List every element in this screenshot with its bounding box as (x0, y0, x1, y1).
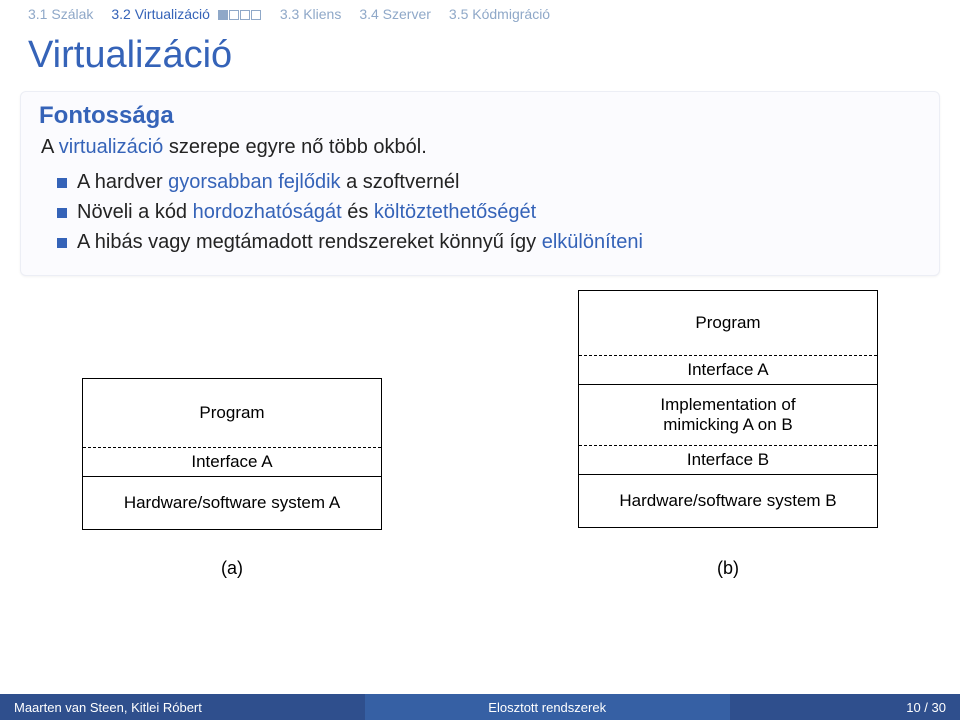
nav-item[interactable]: 3.4 Szerver (359, 6, 431, 22)
stack-cell: Hardware/software system B (579, 474, 877, 527)
caption-right: (b) (578, 558, 878, 579)
nav-item-active[interactable]: 3.2 Virtualizáció (111, 6, 261, 22)
text: A hibás vagy megtámadott rendszereket kö… (77, 231, 542, 253)
stack-left: Program Interface A Hardware/software sy… (82, 378, 382, 530)
stack-cell: Interface A (83, 447, 381, 476)
nav-item[interactable]: 3.3 Kliens (280, 6, 341, 22)
diagram: Program Interface A Hardware/software sy… (20, 290, 940, 606)
stack-right: Program Interface A Implementation of mi… (578, 290, 878, 528)
highlight-text: költöztethetőségét (374, 201, 536, 223)
stack-cell: Program (579, 291, 877, 355)
highlight-text: virtualizáció (59, 136, 163, 158)
progress-box-filled (218, 10, 228, 20)
caption-left: (a) (82, 558, 382, 579)
highlight-text: elkülöníteni (542, 231, 643, 253)
text: a szoftvernél (341, 171, 460, 193)
content-block: Fontossága A virtualizáció szerepe egyre… (20, 91, 940, 276)
stack-cell: Interface B (579, 445, 877, 474)
nav-item-label: 3.2 Virtualizáció (111, 6, 210, 22)
progress-box (229, 10, 239, 20)
footer-course: Elosztott rendszerek (365, 694, 730, 720)
stack-cell: Interface A (579, 355, 877, 384)
footer: Maarten van Steen, Kitlei Róbert Eloszto… (0, 694, 960, 720)
progress-box (251, 10, 261, 20)
bullet-item: A hardver gyorsabban fejlődik a szoftver… (57, 169, 921, 196)
bullet-item: Növeli a kód hordozhatóságát és költözte… (57, 199, 921, 226)
text: és (342, 201, 374, 223)
stack-cell: Implementation of mimicking A on B (579, 384, 877, 445)
stack-cell: Program (83, 379, 381, 447)
text: Növeli a kód (77, 201, 193, 223)
text: A hardver (77, 171, 168, 193)
highlight-text: hordozhatóságát (193, 201, 342, 223)
progress-box (240, 10, 250, 20)
text: szerepe egyre nő több okból. (163, 136, 427, 158)
text: A (41, 136, 59, 158)
bullet-item: A hibás vagy megtámadott rendszereket kö… (57, 229, 921, 256)
highlight-text: gyorsabban fejlődik (168, 171, 340, 193)
footer-page: 10 / 30 (730, 694, 960, 720)
footer-authors: Maarten van Steen, Kitlei Róbert (0, 694, 365, 720)
slide-title: Virtualizáció (0, 26, 960, 91)
nav-item[interactable]: 3.5 Kódmigráció (449, 6, 550, 22)
intro-line: A virtualizáció szerepe egyre nő több ok… (41, 136, 921, 159)
stack-cell: Hardware/software system A (83, 476, 381, 529)
block-heading: Fontossága (39, 102, 921, 130)
progress-indicator (218, 10, 262, 20)
bullet-list: A hardver gyorsabban fejlődik a szoftver… (39, 169, 921, 256)
nav-item[interactable]: 3.1 Szálak (28, 6, 93, 22)
section-nav: 3.1 Szálak 3.2 Virtualizáció 3.3 Kliens … (0, 0, 960, 26)
